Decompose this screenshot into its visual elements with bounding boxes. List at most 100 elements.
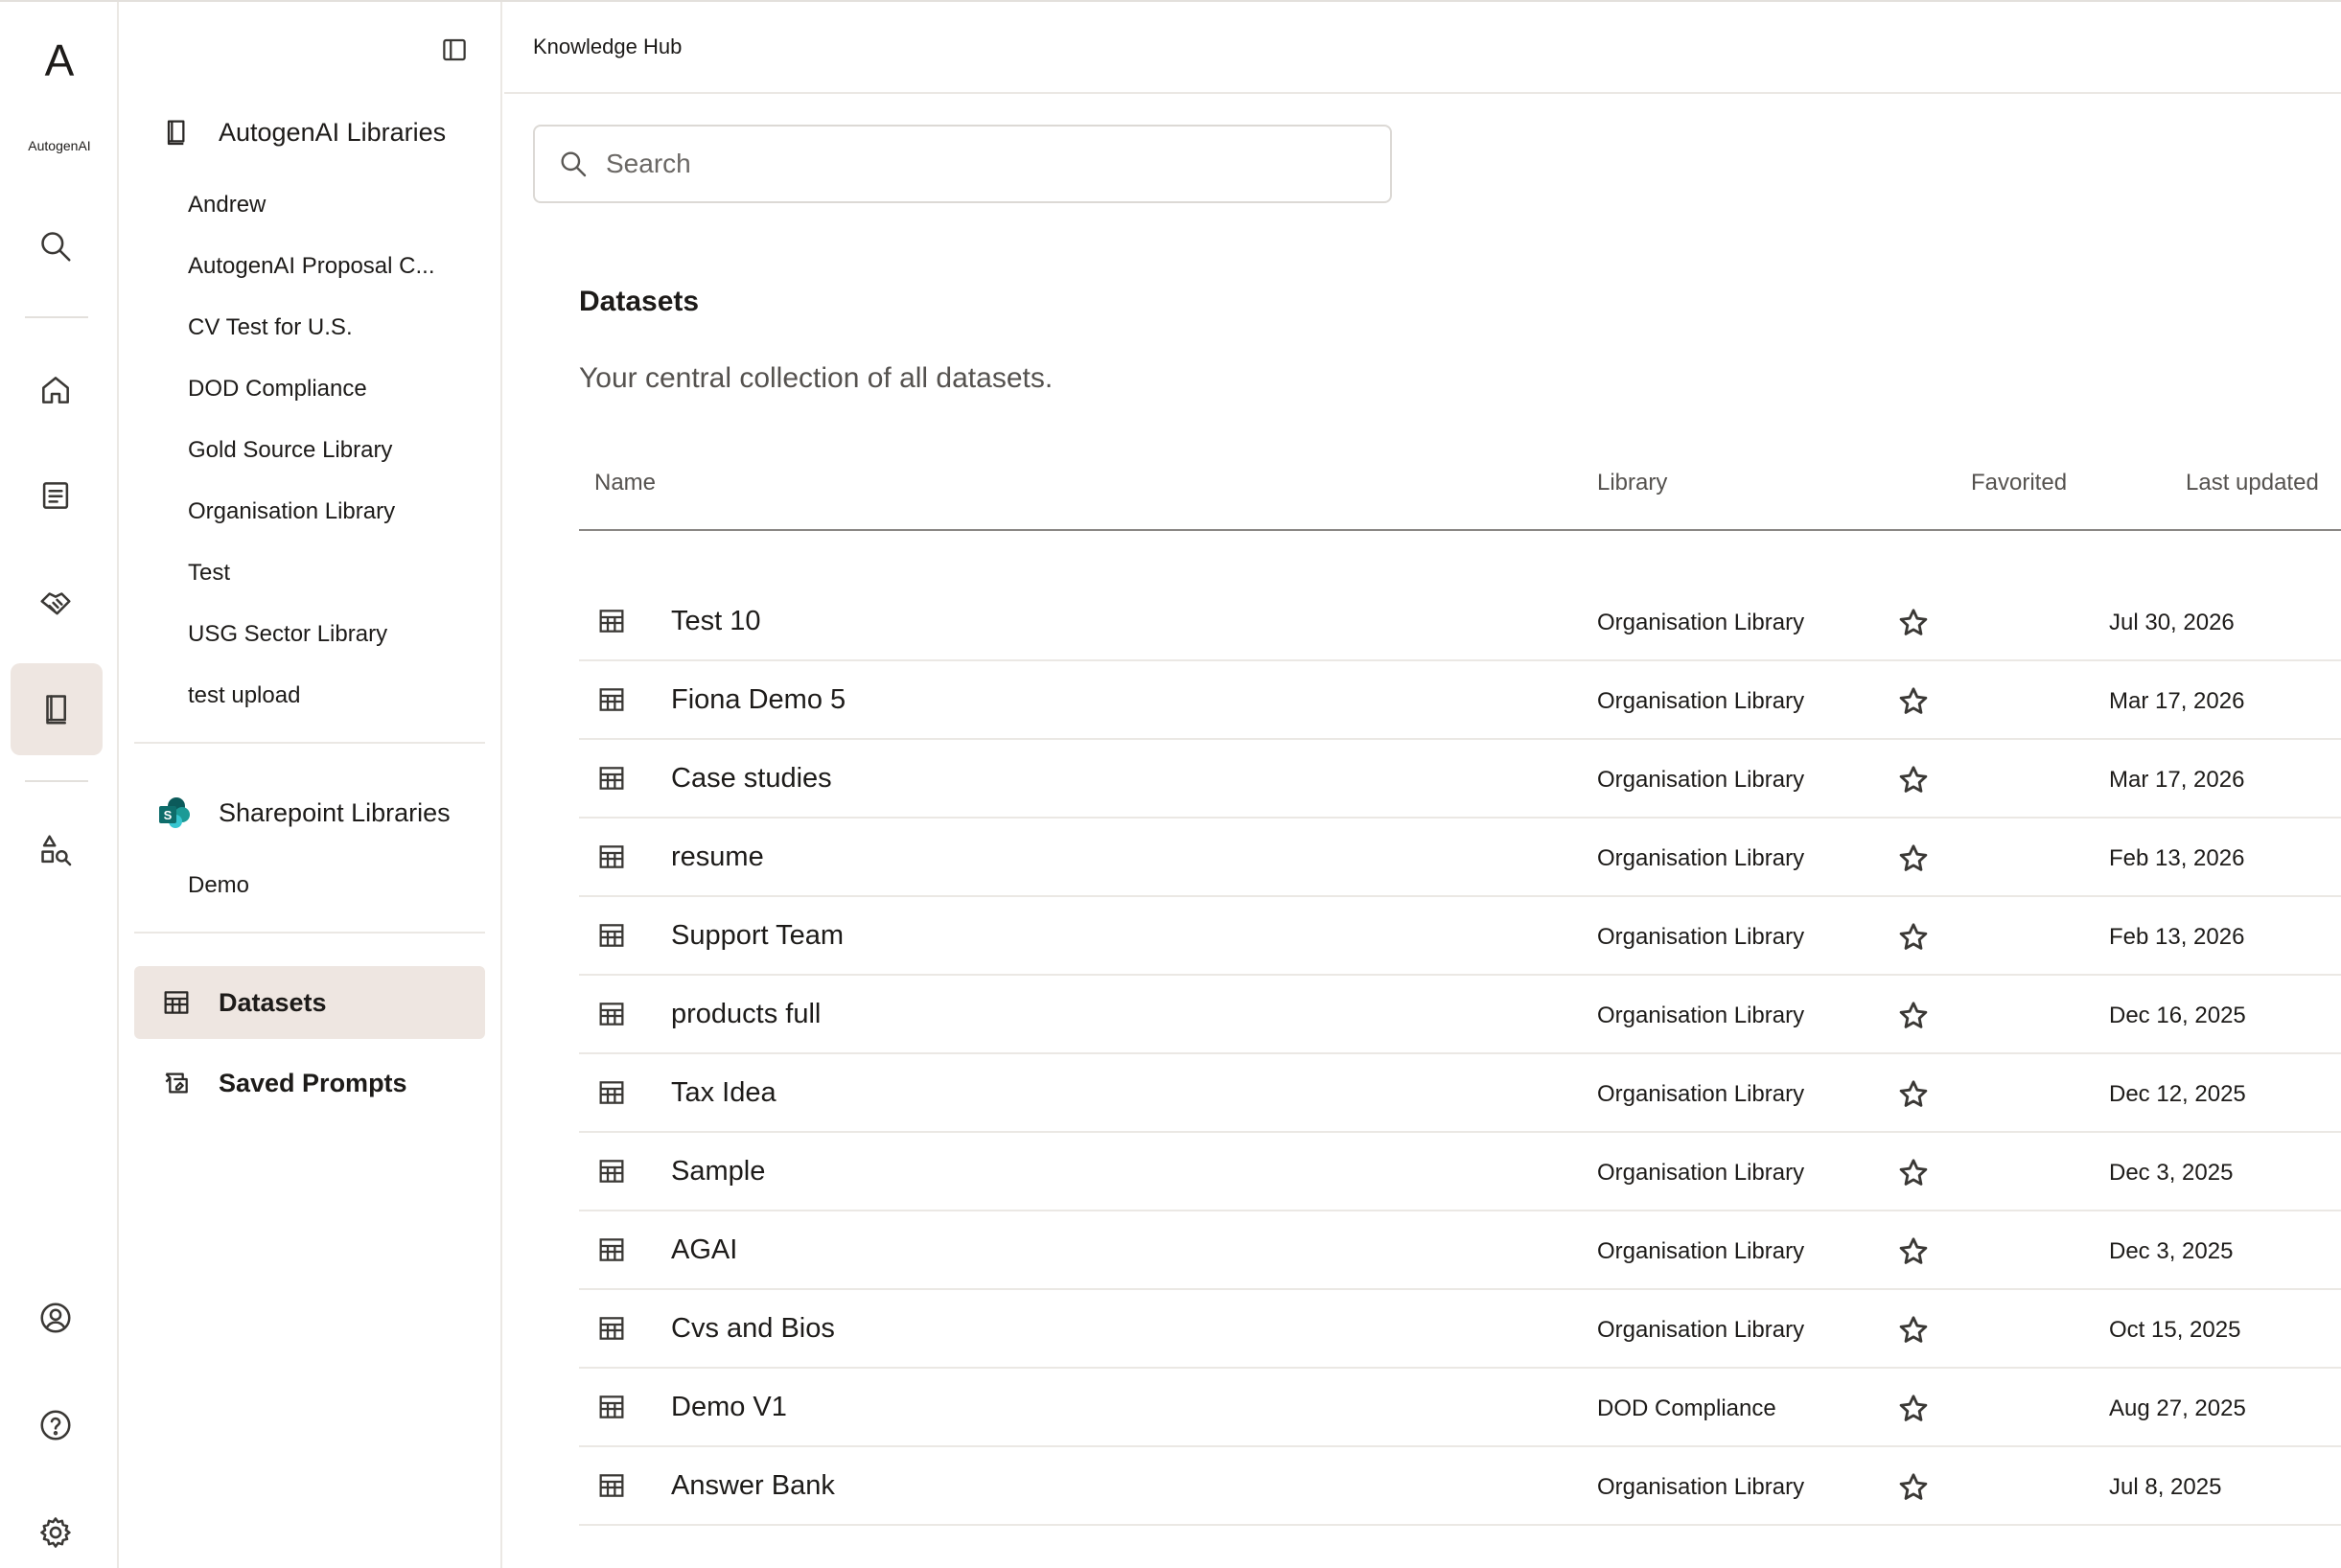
section-description: Your central collection of all datasets. <box>579 362 1054 394</box>
brand-logo[interactable]: A <box>0 35 119 86</box>
page-title: Knowledge Hub <box>533 35 683 58</box>
favorite-star-button[interactable] <box>1894 1075 1933 1114</box>
main-content: Knowledge Hub Datasets Your central coll… <box>504 2 2341 1568</box>
table-icon <box>157 983 196 1022</box>
star-icon <box>1899 1473 1928 1500</box>
table-row[interactable]: Demo V1 DOD Compliance Aug 27, 2025 <box>579 1369 2341 1447</box>
dataset-name[interactable]: Support Team <box>671 920 844 952</box>
dataset-name[interactable]: Fiona Demo 5 <box>671 684 846 716</box>
star-icon <box>1899 1159 1928 1186</box>
sidebar-nav-saved-prompts[interactable]: Saved Prompts <box>134 1047 485 1119</box>
table-row[interactable]: Tax Idea Organisation Library Dec 12, 20… <box>579 1054 2341 1133</box>
table-row[interactable]: Answer Bank Organisation Library Jul 8, … <box>579 1447 2341 1526</box>
dataset-name[interactable]: Tax Idea <box>671 1077 776 1109</box>
favorite-star-button[interactable] <box>1894 997 1933 1035</box>
favorite-star-button[interactable] <box>1894 604 1933 642</box>
table-row[interactable]: Fiona Demo 5 Organisation Library Mar 17… <box>579 661 2341 740</box>
settings-icon <box>40 1517 71 1548</box>
dataset-last-updated: Mar 17, 2026 <box>2109 767 2245 793</box>
svg-text:S: S <box>164 808 173 822</box>
sidebar-item-test[interactable]: Test <box>188 560 230 587</box>
dataset-name[interactable]: resume <box>671 842 764 873</box>
star-icon <box>1899 687 1928 714</box>
sidebar-item-dod-compliance[interactable]: DOD Compliance <box>188 376 367 403</box>
rail-settings-button[interactable] <box>24 1501 87 1564</box>
table-row[interactable]: Test 10 Organisation Library Jul 30, 202… <box>579 583 2341 661</box>
autogen-libraries-header[interactable]: AutogenAI Libraries <box>157 107 446 157</box>
sidebar-item-usg-sector[interactable]: USG Sector Library <box>188 621 387 648</box>
star-icon <box>1899 1395 1928 1421</box>
dataset-library: Organisation Library <box>1597 610 1805 635</box>
table-row[interactable]: Cvs and Bios Organisation Library Oct 15… <box>579 1290 2341 1369</box>
rail-partners-button[interactable] <box>24 571 87 634</box>
favorite-star-button[interactable] <box>1894 1311 1933 1349</box>
table-row[interactable]: Support Team Organisation Library Feb 13… <box>579 897 2341 976</box>
star-icon <box>1899 1002 1928 1028</box>
dataset-name[interactable]: Cvs and Bios <box>671 1313 835 1345</box>
sidebar-item-autogenai-proposal[interactable]: AutogenAI Proposal C... <box>188 253 434 280</box>
table-icon <box>596 842 631 876</box>
favorite-star-button[interactable] <box>1894 682 1933 721</box>
dataset-library: Organisation Library <box>1597 688 1805 714</box>
column-header-favorited[interactable]: Favorited <box>1971 470 2067 496</box>
star-icon <box>1899 1237 1928 1264</box>
column-header-library[interactable]: Library <box>1597 470 1667 496</box>
sidebar-item-andrew[interactable]: Andrew <box>188 192 266 219</box>
table-row[interactable]: resume Organisation Library Feb 13, 2026 <box>579 819 2341 897</box>
sidebar-item-organisation-library[interactable]: Organisation Library <box>188 498 395 525</box>
sidebar-nav-datasets[interactable]: Datasets <box>134 966 485 1039</box>
column-header-last-updated[interactable]: Last updated <box>2186 470 2319 496</box>
sidebar-item-cv-test[interactable]: CV Test for U.S. <box>188 314 353 341</box>
dataset-name[interactable]: AGAI <box>671 1234 737 1266</box>
dataset-library: Organisation Library <box>1597 767 1805 793</box>
dataset-last-updated: Jul 30, 2026 <box>2109 610 2235 635</box>
rail-knowledge-button[interactable] <box>11 663 103 755</box>
favorite-star-button[interactable] <box>1894 840 1933 878</box>
sharepoint-libraries-label: Sharepoint Libraries <box>219 797 451 827</box>
favorite-star-button[interactable] <box>1894 1468 1933 1507</box>
collapse-sidebar-button[interactable] <box>437 33 472 67</box>
table-icon <box>596 920 631 955</box>
search-icon <box>554 145 592 183</box>
dataset-name[interactable]: Case studies <box>671 763 832 795</box>
dataset-name[interactable]: Test 10 <box>671 606 761 637</box>
table-icon <box>596 999 631 1033</box>
search-input[interactable] <box>606 149 1354 179</box>
section-title: Datasets <box>579 286 700 317</box>
sidebar-item-gold-source[interactable]: Gold Source Library <box>188 437 392 464</box>
table-row[interactable]: Case studies Organisation Library Mar 17… <box>579 740 2341 819</box>
dataset-last-updated: Dec 3, 2025 <box>2109 1238 2234 1264</box>
datasets-label: Datasets <box>219 987 327 1017</box>
table-row[interactable]: Sample Organisation Library Dec 3, 2025 <box>579 1133 2341 1211</box>
rail-documents-button[interactable] <box>24 464 87 527</box>
rail-search-button[interactable] <box>24 215 87 278</box>
dataset-last-updated: Dec 16, 2025 <box>2109 1003 2246 1028</box>
favorite-star-button[interactable] <box>1894 1233 1933 1271</box>
table-icon <box>596 1470 631 1505</box>
favorite-star-button[interactable] <box>1894 761 1933 799</box>
dataset-name[interactable]: Demo V1 <box>671 1392 787 1423</box>
dataset-name[interactable]: Answer Bank <box>671 1470 835 1502</box>
table-row[interactable]: products full Organisation Library Dec 1… <box>579 976 2341 1054</box>
search-box[interactable] <box>533 125 1392 203</box>
favorite-star-button[interactable] <box>1894 918 1933 957</box>
rail-profile-button[interactable] <box>24 1286 87 1349</box>
dataset-name[interactable]: products full <box>671 999 821 1030</box>
dataset-last-updated: Dec 3, 2025 <box>2109 1160 2234 1186</box>
favorite-star-button[interactable] <box>1894 1154 1933 1192</box>
column-header-name[interactable]: Name <box>594 470 656 496</box>
dataset-last-updated: Feb 13, 2026 <box>2109 924 2245 950</box>
rail-explore-button[interactable] <box>24 819 87 882</box>
rail-help-button[interactable] <box>24 1394 87 1457</box>
document-icon <box>42 482 69 509</box>
sidebar-item-demo[interactable]: Demo <box>188 872 249 899</box>
dataset-name[interactable]: Sample <box>671 1156 765 1188</box>
sidebar-item-test-upload[interactable]: test upload <box>188 682 300 709</box>
dataset-library: Organisation Library <box>1597 1474 1805 1500</box>
rail-home-button[interactable] <box>24 358 87 422</box>
table-row[interactable]: AGAI Organisation Library Dec 3, 2025 <box>579 1211 2341 1290</box>
dataset-library: Organisation Library <box>1597 1160 1805 1186</box>
sidebar-toggle-icon <box>443 38 466 61</box>
favorite-star-button[interactable] <box>1894 1390 1933 1428</box>
sharepoint-libraries-header[interactable]: S Sharepoint Libraries <box>157 788 451 838</box>
